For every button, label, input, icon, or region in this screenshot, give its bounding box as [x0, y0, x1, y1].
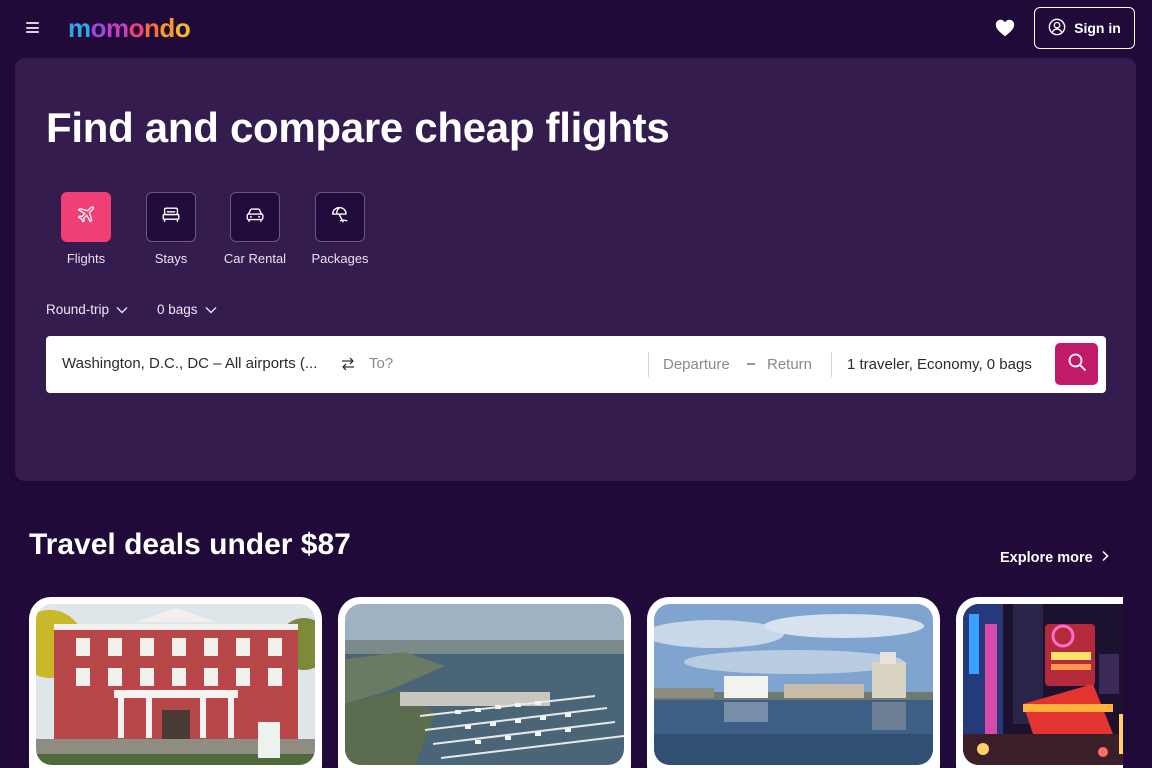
- deal-card[interactable]: [338, 597, 631, 768]
- deal-image: [345, 604, 624, 765]
- deal-card[interactable]: [29, 597, 322, 768]
- deal-card[interactable]: [647, 597, 940, 768]
- deal-card[interactable]: [956, 597, 1123, 768]
- deal-image: [36, 604, 315, 765]
- deal-image: [963, 604, 1123, 765]
- deal-image: [654, 604, 933, 765]
